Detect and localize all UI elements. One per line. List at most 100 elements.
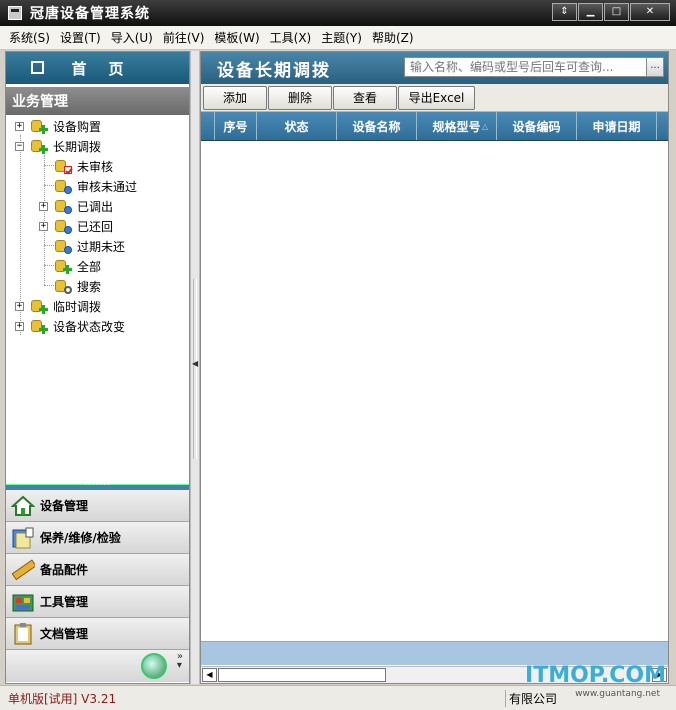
business-tree: + 设备购置 − 长期调拨 未审核 审核未通过 + 已调出 + 已还回 过期未还… [6, 115, 189, 489]
export-excel-button[interactable]: 导出Excel [398, 85, 475, 110]
db-gear-icon [54, 178, 72, 194]
panel-splitter[interactable]: ◀ [190, 51, 200, 684]
search-input[interactable] [404, 57, 647, 77]
tree-line [44, 245, 54, 246]
tree-item-label: 搜索 [77, 279, 102, 294]
nav-documents[interactable]: 文档管理 [6, 618, 189, 650]
db-add-icon [30, 138, 48, 154]
company-label: 有限公司 [505, 690, 557, 707]
tree-item-long-term-transfer[interactable]: − 长期调拨 [15, 136, 101, 156]
app-icon[interactable] [8, 6, 22, 20]
home-label: 首页 [71, 59, 146, 78]
expand-toggle[interactable]: + [15, 301, 24, 311]
tree-item-overdue[interactable]: 过期未还 [54, 236, 125, 256]
home-button[interactable]: 首页 [6, 52, 189, 84]
collapse-toggle[interactable]: − [15, 141, 24, 151]
tree-item-review-failed[interactable]: 审核未通过 [54, 176, 137, 196]
nav-spare-parts[interactable]: 备品配件 [6, 554, 189, 586]
db-add-icon [54, 258, 72, 274]
menu-system[interactable]: 系统(S) [4, 29, 55, 46]
column-header-equipment-name[interactable]: 设备名称 [337, 112, 417, 140]
scroll-left-icon[interactable]: ◀ [202, 668, 217, 682]
tree-item-transferred-out[interactable]: + 已调出 [39, 196, 113, 216]
restore-button[interactable]: ⇕ [552, 3, 577, 21]
db-add-icon [30, 118, 48, 134]
menu-goto[interactable]: 前往(V) [158, 29, 210, 46]
tree-item-returned[interactable]: + 已还回 [39, 216, 113, 236]
nav-equipment[interactable]: 设备管理 [6, 490, 189, 522]
column-header-spec-model[interactable]: 规格型号 △ [417, 112, 497, 140]
tree-line [44, 165, 54, 166]
title-bar[interactable]: 冠唐设备管理系统 ⇕ ▁ □ ✕ [0, 0, 676, 26]
column-header-equipment-code[interactable]: 设备编码 [497, 112, 577, 140]
expand-toggle[interactable]: + [39, 221, 48, 231]
scroll-thumb[interactable] [218, 668, 386, 682]
menu-tools[interactable]: 工具(X) [265, 29, 317, 46]
tree-item-label: 设备状态改变 [53, 319, 126, 334]
window-controls: ⇕ ▁ □ ✕ [552, 3, 670, 21]
maximize-button[interactable]: □ [604, 3, 629, 21]
tree-item-label: 未审核 [77, 159, 114, 174]
tree-item-label: 过期未还 [77, 239, 126, 254]
nav-label: 工具管理 [40, 595, 89, 609]
column-header-label: 规格型号 [432, 119, 481, 134]
expand-toggle[interactable]: + [39, 201, 48, 211]
menu-template[interactable]: 模板(W) [209, 29, 264, 46]
nav-label: 文档管理 [40, 627, 89, 641]
page-title: 设备长期调拨 [217, 60, 331, 81]
expand-toggle[interactable]: + [15, 121, 24, 131]
home-icon [31, 61, 44, 74]
toolbox-icon [11, 590, 35, 614]
db-search-icon [54, 278, 72, 294]
main-header: 设备长期调拨 ... [201, 52, 668, 84]
nav-label: 设备管理 [40, 499, 89, 513]
sidebar: 首页 业务管理 + 设备购置 − 长期调拨 未审核 审核未通过 + 已调出 + … [5, 51, 190, 684]
column-header-apply-date[interactable]: 申请日期 [577, 112, 657, 140]
tree-item-all[interactable]: 全部 [54, 256, 101, 276]
column-header-index[interactable]: 序号 [215, 112, 257, 140]
nav-label: 保养/维修/检验 [40, 531, 121, 545]
add-button[interactable]: 添加 [203, 85, 267, 110]
tree-item-purchase[interactable]: + 设备购置 [15, 116, 101, 136]
tree-line [44, 185, 54, 186]
nav-maintenance[interactable]: 保养/维修/检验 [6, 522, 189, 554]
tree-item-label: 审核未通过 [77, 179, 138, 194]
column-header-more[interactable] [657, 112, 668, 140]
tree-item-unreviewed[interactable]: 未审核 [54, 156, 113, 176]
tree-item-status-change[interactable]: + 设备状态改变 [15, 316, 125, 336]
globe-icon[interactable] [141, 653, 167, 679]
db-check-icon [54, 158, 72, 174]
section-header-business[interactable]: 业务管理 [6, 87, 189, 115]
grid-row-selector-header [201, 112, 215, 140]
toolbar: 添加 删除 查看 导出Excel [201, 84, 668, 112]
tree-item-label: 临时调拨 [53, 299, 102, 314]
nav-tools[interactable]: 工具管理 [6, 586, 189, 618]
tree-item-temp-transfer[interactable]: + 临时调拨 [15, 296, 101, 316]
sort-indicator-icon: △ [481, 122, 488, 131]
tree-item-search[interactable]: 搜索 [54, 276, 101, 296]
minimize-button[interactable]: ▁ [578, 3, 603, 21]
delete-button[interactable]: 删除 [268, 85, 332, 110]
menu-import[interactable]: 导入(U) [106, 29, 158, 46]
grid-body[interactable] [201, 141, 668, 641]
grid-header: 序号 状态 设备名称 规格型号 △ 设备编码 申请日期 [201, 112, 668, 141]
collapse-left-icon[interactable]: ◀ [192, 359, 199, 379]
nav-label: 备品配件 [40, 563, 89, 577]
menu-bar: 系统(S) 设置(T) 导入(U) 前往(V) 模板(W) 工具(X) 主题(Y… [0, 26, 676, 50]
tree-item-label: 已调出 [77, 199, 114, 214]
view-button[interactable]: 查看 [333, 85, 397, 110]
main-panel: 设备长期调拨 ... 添加 删除 查看 导出Excel 序号 状态 设备名称 规… [200, 51, 669, 684]
notebook-icon [11, 526, 35, 550]
version-label: 单机版[试用] V3.21 [8, 692, 117, 706]
watermark: ITMOP.COM [525, 663, 666, 688]
column-header-status[interactable]: 状态 [257, 112, 337, 140]
close-button[interactable]: ✕ [630, 3, 670, 21]
menu-settings[interactable]: 设置(T) [55, 29, 106, 46]
menu-theme[interactable]: 主题(Y) [316, 29, 367, 46]
expand-toggle[interactable]: + [15, 321, 24, 331]
tree-item-label: 长期调拨 [53, 139, 102, 154]
chevron-more-icon[interactable]: » ▾ [177, 652, 183, 671]
search-options-button[interactable]: ... [646, 57, 664, 77]
db-gear-icon [54, 218, 72, 234]
menu-help[interactable]: 帮助(Z) [367, 29, 419, 46]
